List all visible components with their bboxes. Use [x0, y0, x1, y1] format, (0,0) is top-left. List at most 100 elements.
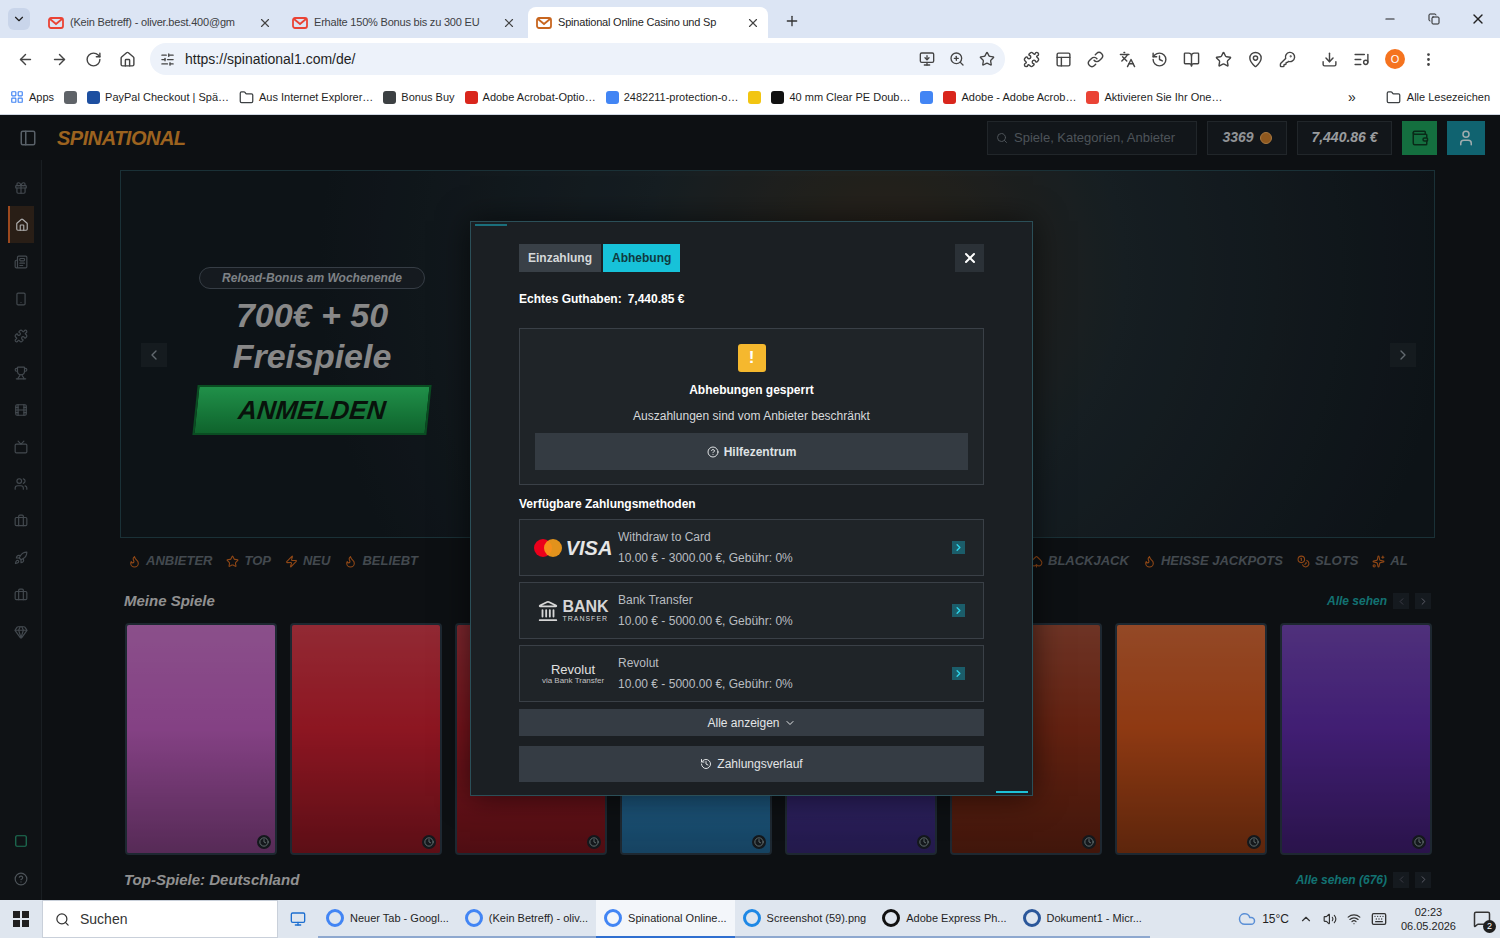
chevron-down-icon — [784, 717, 796, 729]
nav-button[interactable] — [10, 44, 40, 74]
tab-search-button[interactable] — [8, 8, 30, 30]
close-icon[interactable] — [502, 16, 516, 30]
bookmark[interactable] — [920, 91, 933, 104]
payment-history-button[interactable]: Zahlungsverlauf — [519, 746, 984, 782]
tab-title: Spinational Online Casino und Sp — [558, 14, 740, 31]
bookmark[interactable]: 2482211-protection-o… — [606, 89, 739, 106]
payment-method[interactable]: BANKTRANSFERBank Transfer10.00 € - 5000.… — [519, 582, 984, 639]
browser-tab[interactable]: Spinational Online Casino und Sp — [528, 7, 768, 38]
browser-tab[interactable]: Erhalte 150% Bonus bis zu 300 EU — [284, 7, 524, 38]
close-window-button[interactable] — [1456, 0, 1500, 38]
omnibox[interactable]: https://spinational1.com/de/ — [150, 43, 1005, 75]
warning-icon: ! — [738, 344, 766, 372]
bookmark[interactable]: Bonus Buy — [383, 89, 454, 106]
download-icon[interactable] — [1321, 51, 1338, 68]
apps-icon — [10, 90, 24, 104]
toolbar-icon[interactable] — [1215, 51, 1232, 68]
folder-icon — [1386, 90, 1401, 105]
taskbar-app[interactable]: Neuer Tab - Googl... — [318, 900, 457, 938]
bookmark[interactable]: Aus Internet Explorer… — [239, 89, 373, 106]
taskbar-app[interactable]: (Kein Betreff) - oliv... — [457, 900, 596, 938]
zoom-icon — [949, 51, 965, 67]
close-icon[interactable] — [258, 16, 272, 30]
nav-icon — [85, 51, 102, 68]
nav-button[interactable] — [78, 44, 108, 74]
app-icon — [326, 909, 344, 927]
taskbar-app[interactable]: Adobe Express Ph... — [874, 900, 1014, 938]
bookmark[interactable] — [64, 91, 77, 104]
browser-tab[interactable]: (Kein Betreff) - oliver.best.400@gm — [40, 7, 280, 38]
help-center-button[interactable]: Hilfezentrum — [535, 433, 968, 470]
site-settings-icon — [160, 52, 175, 67]
bookmark[interactable]: Adobe Acrobat-Optio… — [465, 89, 596, 106]
media-icon[interactable] — [1353, 51, 1370, 68]
tab-favicon-icon — [292, 15, 308, 31]
toolbar-icon[interactable] — [1279, 51, 1296, 68]
toolbar-icon[interactable] — [1183, 51, 1200, 68]
payment-method[interactable]: VISAWithdraw to Card10.00 € - 3000.00 €,… — [519, 519, 984, 576]
nav-icon — [119, 51, 136, 68]
notification-center[interactable]: 2 — [1470, 907, 1494, 931]
toolbar-icon[interactable] — [1055, 51, 1072, 68]
warning-title: Abhebungen gesperrt — [689, 381, 814, 399]
restore-button[interactable] — [1412, 0, 1456, 38]
notification-badge: 2 — [1483, 920, 1496, 933]
taskbar-app[interactable]: Dokument1 - Micr... — [1015, 900, 1150, 938]
method-arrow[interactable] — [952, 541, 965, 554]
method-name: Bank Transfer — [618, 591, 793, 609]
method-arrow[interactable] — [952, 604, 965, 617]
weather-widget[interactable]: 15°C — [1238, 910, 1289, 928]
clock[interactable]: 02:2306.05.2026 — [1397, 905, 1460, 933]
task-view-button[interactable] — [278, 900, 318, 938]
tray-expand-icon[interactable] — [1299, 912, 1313, 926]
bookmark[interactable]: Apps — [10, 89, 54, 106]
favicon-icon — [1086, 91, 1099, 104]
close-icon — [962, 250, 978, 266]
modal-tab[interactable]: Abhebung — [603, 244, 680, 272]
close-button[interactable] — [955, 244, 984, 272]
show-all-button[interactable]: Alle anzeigen — [519, 709, 984, 736]
wifi-icon[interactable] — [1347, 912, 1361, 926]
bookmarks-more[interactable]: » — [1348, 87, 1356, 108]
bookmark[interactable]: Adobe - Adobe Acrob… — [943, 89, 1076, 106]
bookmark[interactable]: Aktivieren Sie Ihr One… — [1086, 89, 1222, 106]
modal-tab[interactable]: Einzahlung — [519, 244, 601, 272]
taskbar-app[interactable]: Screenshot (59).png — [735, 900, 875, 938]
method-name: Revolut — [618, 654, 793, 672]
nav-button[interactable] — [112, 44, 142, 74]
taskbar-app[interactable]: Spinational Online... — [596, 900, 734, 938]
profile-avatar[interactable]: O — [1385, 49, 1405, 69]
history-icon — [700, 758, 712, 770]
bookmark[interactable]: 40 mm Clear PE Doub… — [771, 89, 910, 106]
method-arrow[interactable] — [952, 667, 965, 680]
tab-title: Erhalte 150% Bonus bis zu 300 EU — [314, 14, 496, 31]
keyboard-icon[interactable] — [1371, 911, 1387, 927]
toolbar-icon[interactable] — [1087, 51, 1104, 68]
new-tab-button[interactable] — [778, 7, 806, 35]
toolbar-icon[interactable] — [1119, 51, 1136, 68]
bookmark-star-icon — [979, 51, 995, 67]
nav-button[interactable] — [44, 44, 74, 74]
app-icon — [882, 909, 900, 927]
taskbar-search[interactable]: Suchen — [42, 900, 278, 938]
bookmark[interactable] — [748, 91, 761, 104]
toolbar-icon[interactable] — [1023, 51, 1040, 68]
bookmark[interactable]: PayPal Checkout | Spä… — [87, 89, 229, 106]
payment-method[interactable]: Revolutvia Bank TransferRevolut10.00 € -… — [519, 645, 984, 702]
toolbar-icon[interactable] — [1247, 51, 1264, 68]
cloud-icon — [1238, 910, 1256, 928]
minimize-icon — [1383, 12, 1397, 26]
warning-box: !Abhebungen gesperrtAuszahlungen sind vo… — [519, 328, 984, 485]
close-icon — [1470, 11, 1486, 27]
tab-title: (Kein Betreff) - oliver.best.400@gm — [70, 14, 252, 31]
all-bookmarks[interactable]: Alle Lesezeichen — [1386, 89, 1490, 106]
bank-transfer-logo: BANKTRANSFER — [537, 599, 608, 622]
close-icon[interactable] — [746, 16, 760, 30]
start-button[interactable] — [0, 900, 42, 938]
toolbar-icon[interactable] — [1151, 51, 1168, 68]
menu-icon[interactable] — [1420, 51, 1437, 68]
volume-icon[interactable] — [1323, 912, 1337, 926]
minimize-button[interactable] — [1368, 0, 1412, 38]
favicon-icon — [771, 91, 784, 104]
app-icon — [1023, 909, 1041, 927]
